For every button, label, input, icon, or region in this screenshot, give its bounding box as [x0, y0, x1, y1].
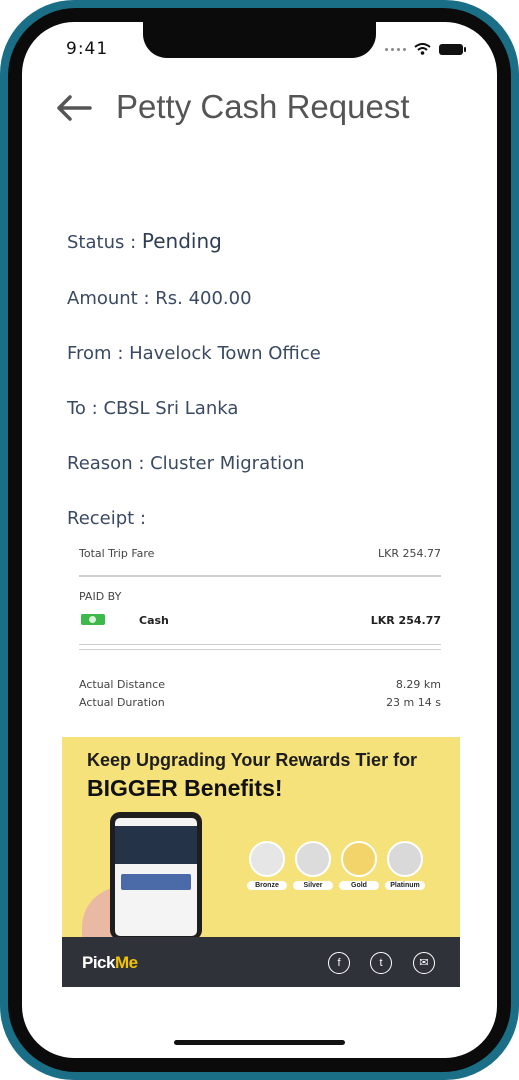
status-row: Status : Pending: [67, 229, 222, 253]
header: Petty Cash Request: [22, 82, 497, 134]
to-row: To : CBSL Sri Lanka: [67, 398, 239, 419]
pickme-logo: PickMe: [82, 953, 138, 972]
facebook-icon[interactable]: f: [328, 952, 350, 974]
banner-headline: Keep Upgrading Your Rewards Tier for: [87, 750, 418, 770]
divider: [79, 649, 441, 650]
status-label: Status :: [67, 232, 142, 253]
phone-illustration: [110, 812, 202, 940]
receipt-label: Receipt :: [67, 508, 147, 529]
banner-subheadline: BIGGER Benefits!: [87, 775, 283, 801]
back-arrow-icon[interactable]: [56, 94, 92, 122]
tier-badges: Bronze Silver Gold Platinum: [247, 841, 425, 890]
paid-by-label: PAID BY: [79, 590, 122, 603]
tier-platinum: Platinum: [385, 841, 425, 890]
payment-method-value: LKR 254.77: [370, 614, 441, 627]
distance-row: Actual Distance 8.29 km: [79, 678, 441, 691]
reason-row: Reason : Cluster Migration: [67, 453, 305, 474]
total-fare-row: Total Trip Fare LKR 254.77: [79, 547, 441, 560]
signal-icon: [385, 47, 406, 51]
status-time: 9:41: [66, 39, 109, 59]
status-value: Pending: [141, 229, 222, 253]
duration-row: Actual Duration 23 m 14 s: [79, 696, 441, 709]
distance-label: Actual Distance: [79, 678, 166, 691]
banner-footer: PickMe f t ✉: [62, 937, 460, 987]
payment-method-row: Cash LKR 254.77: [79, 614, 441, 628]
status-icons: [385, 43, 466, 55]
total-fare-label: Total Trip Fare: [79, 547, 155, 560]
divider: [79, 644, 441, 645]
tier-silver: Silver: [293, 841, 333, 890]
notch: [143, 22, 376, 58]
tier-bronze: Bronze: [247, 841, 287, 890]
battery-icon: [439, 43, 466, 55]
divider: [79, 575, 441, 577]
rewards-banner[interactable]: Keep Upgrading Your Rewards Tier for BIG…: [62, 737, 460, 987]
mail-icon[interactable]: ✉: [413, 952, 435, 974]
duration-value: 23 m 14 s: [386, 696, 441, 709]
screen: 9:41 Petty Cash Request Status : Pending…: [22, 22, 497, 1058]
tier-gold: Gold: [339, 841, 379, 890]
from-row: From : Havelock Town Office: [67, 343, 321, 364]
twitter-icon[interactable]: t: [370, 952, 392, 974]
duration-label: Actual Duration: [79, 696, 165, 709]
cash-icon: [81, 614, 105, 625]
page-title: Petty Cash Request: [116, 88, 410, 125]
payment-method: Cash: [139, 614, 169, 627]
total-fare-value: LKR 254.77: [378, 547, 441, 560]
distance-value: 8.29 km: [395, 678, 441, 691]
home-indicator[interactable]: [174, 1040, 345, 1045]
wifi-icon: [414, 43, 431, 55]
amount-row: Amount : Rs. 400.00: [67, 288, 252, 309]
